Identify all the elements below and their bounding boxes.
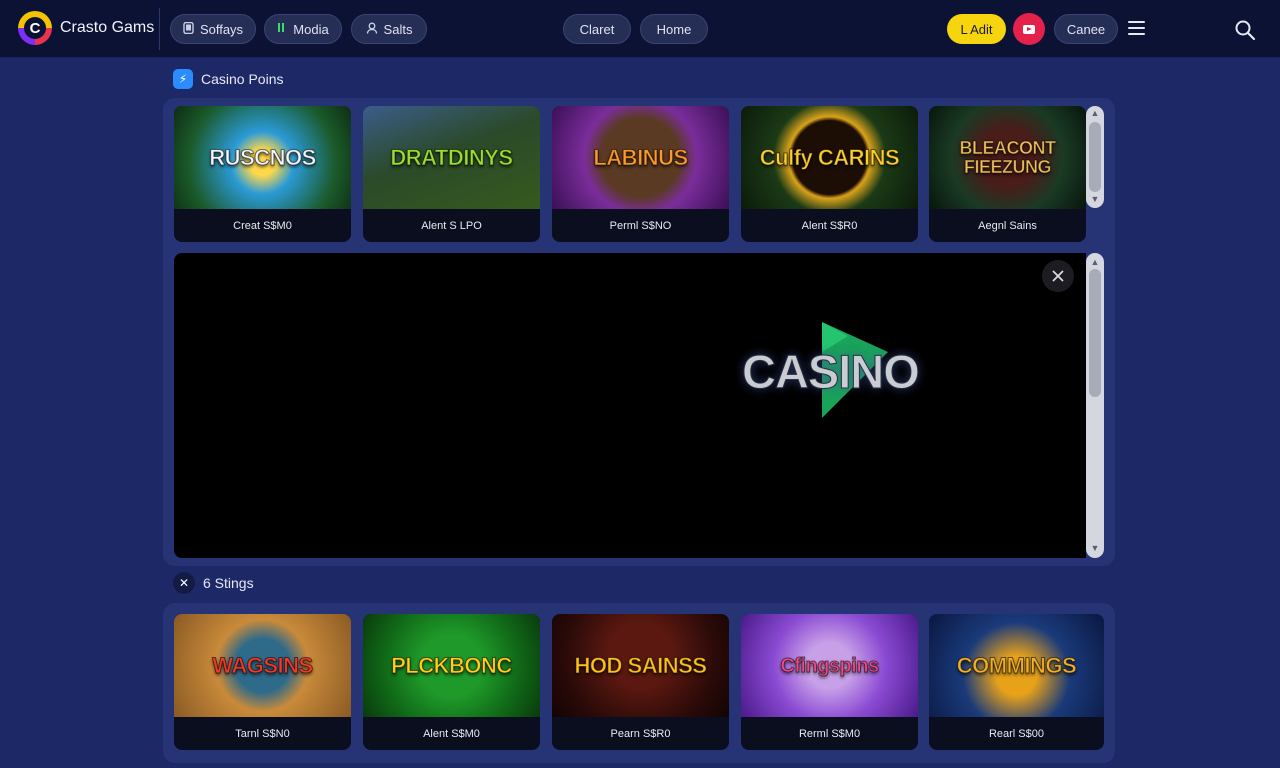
menu-icon[interactable] bbox=[1128, 21, 1145, 35]
close-icon bbox=[1052, 270, 1064, 282]
game-thumbnail: DRATDINYS bbox=[363, 106, 540, 209]
close-player-button[interactable] bbox=[1042, 260, 1074, 292]
game-art-title: LABINUS bbox=[593, 144, 689, 170]
game-caption: Alent S$R0 bbox=[801, 219, 858, 232]
game-card[interactable]: COMMINGS Rearl S$00 bbox=[929, 614, 1104, 750]
casino-logo-text: CASINO bbox=[742, 345, 921, 399]
video-player[interactable] bbox=[174, 253, 1086, 558]
section-header-bottom: ✕ 6 Stings bbox=[173, 572, 254, 594]
scroll-thumb[interactable] bbox=[1089, 122, 1101, 192]
game-art-title: COMMINGS bbox=[956, 652, 1077, 678]
game-caption: Tarnl S$N0 bbox=[235, 727, 290, 740]
game-card[interactable]: BLEACONT FIEEZUNG Aegnl Sains bbox=[929, 106, 1086, 242]
cta-button[interactable]: L Adit bbox=[947, 14, 1006, 44]
scroll-up-icon[interactable]: ▲ bbox=[1086, 108, 1104, 118]
game-card[interactable]: WAGSINS Tarnl S$N0 bbox=[174, 614, 351, 750]
nav-item-softways[interactable]: Soffays bbox=[170, 14, 256, 44]
bars-icon bbox=[277, 22, 287, 36]
game-thumbnail: WAGSINS bbox=[174, 614, 351, 717]
phone-icon bbox=[183, 21, 194, 37]
game-thumbnail: Culfy CARINS bbox=[741, 106, 918, 209]
player-scrollbar[interactable]: ▲ ▼ bbox=[1086, 253, 1104, 558]
nav-item-claret[interactable]: Claret bbox=[563, 14, 631, 44]
close-icon[interactable]: ✕ bbox=[173, 572, 195, 594]
cancel-button-label: Canee bbox=[1066, 21, 1106, 37]
section-title: 6 Stings bbox=[203, 575, 254, 591]
game-art-title: RUSCNOS bbox=[209, 144, 317, 170]
nav-item-media[interactable]: Modia bbox=[264, 14, 342, 44]
top-bar: C Crasto Gams Soffays Modia Salts Claret… bbox=[0, 0, 1280, 58]
game-thumbnail: RUSCNOS bbox=[174, 106, 351, 209]
game-art-title: Cfingspins bbox=[780, 654, 880, 677]
game-card[interactable]: HOD SAINSS Pearn S$R0 bbox=[552, 614, 729, 750]
game-caption: Alent S LPO bbox=[421, 219, 482, 232]
scroll-up-icon[interactable]: ▲ bbox=[1086, 257, 1104, 267]
game-caption: Rearl S$00 bbox=[988, 727, 1045, 740]
nav-item-label: Soffays bbox=[199, 21, 244, 37]
game-thumbnail: LABINUS bbox=[552, 106, 729, 209]
game-card[interactable]: DRATDINYS Alent S LPO bbox=[363, 106, 540, 242]
scroll-down-icon[interactable]: ▼ bbox=[1086, 194, 1104, 204]
game-card[interactable]: RUSCNOS Creat S$M0 bbox=[174, 106, 351, 242]
bolt-icon: ⚡ bbox=[173, 69, 193, 89]
game-art-title: WAGSINS bbox=[212, 652, 314, 678]
game-art-title: Culfy CARINS bbox=[759, 144, 900, 170]
game-thumbnail: PLCKBONC bbox=[363, 614, 540, 717]
game-thumbnail: BLEACONT FIEEZUNG bbox=[929, 106, 1086, 209]
nav-item-salts[interactable]: Salts bbox=[351, 14, 427, 44]
row-scrollbar[interactable]: ▲ ▼ bbox=[1086, 106, 1104, 208]
game-art-title: HOD SAINSS bbox=[574, 652, 707, 678]
nav-item-label: Modia bbox=[293, 21, 329, 37]
game-card[interactable]: Culfy CARINS Alent S$R0 bbox=[741, 106, 918, 242]
nav-item-home[interactable]: Home bbox=[640, 14, 708, 44]
game-caption: Pearn S$R0 bbox=[610, 727, 671, 740]
game-caption: Aegnl Sains bbox=[978, 219, 1037, 232]
game-caption: Alent S$M0 bbox=[423, 727, 480, 740]
play-icon bbox=[1023, 24, 1035, 34]
game-caption: Creat S$M0 bbox=[233, 219, 292, 232]
game-thumbnail: COMMINGS bbox=[929, 614, 1104, 717]
user-icon bbox=[366, 22, 378, 37]
brand-name[interactable]: Crasto Gams bbox=[60, 19, 154, 37]
game-art-title: DRATDINYS bbox=[390, 144, 514, 170]
divider bbox=[159, 8, 160, 50]
cancel-button[interactable]: Canee bbox=[1054, 14, 1118, 44]
scroll-down-icon[interactable]: ▼ bbox=[1086, 543, 1104, 553]
game-card[interactable]: Cfingspins Rerml S$M0 bbox=[741, 614, 918, 750]
game-thumbnail: Cfingspins bbox=[741, 614, 918, 717]
game-thumbnail: HOD SAINSS bbox=[552, 614, 729, 717]
video-button[interactable] bbox=[1013, 13, 1045, 45]
section-header-top: ⚡ Casino Poins bbox=[173, 69, 284, 89]
search-icon[interactable] bbox=[1234, 19, 1256, 41]
game-caption: Rerml S$M0 bbox=[798, 727, 861, 740]
section-title: Casino Poins bbox=[201, 71, 284, 87]
game-card[interactable]: PLCKBONC Alent S$M0 bbox=[363, 614, 540, 750]
nav-item-label: Claret bbox=[579, 21, 615, 37]
nav-item-label: Home bbox=[656, 21, 692, 37]
scroll-thumb[interactable] bbox=[1089, 269, 1101, 397]
game-caption: Perml S$NO bbox=[609, 219, 672, 232]
game-art-title: PLCKBONC bbox=[391, 652, 513, 678]
brand-logo-icon[interactable]: C bbox=[18, 11, 52, 45]
game-card[interactable]: LABINUS Perml S$NO bbox=[552, 106, 729, 242]
game-art-title: BLEACONT FIEEZUNG bbox=[959, 137, 1057, 177]
nav-item-label: Salts bbox=[383, 21, 413, 37]
